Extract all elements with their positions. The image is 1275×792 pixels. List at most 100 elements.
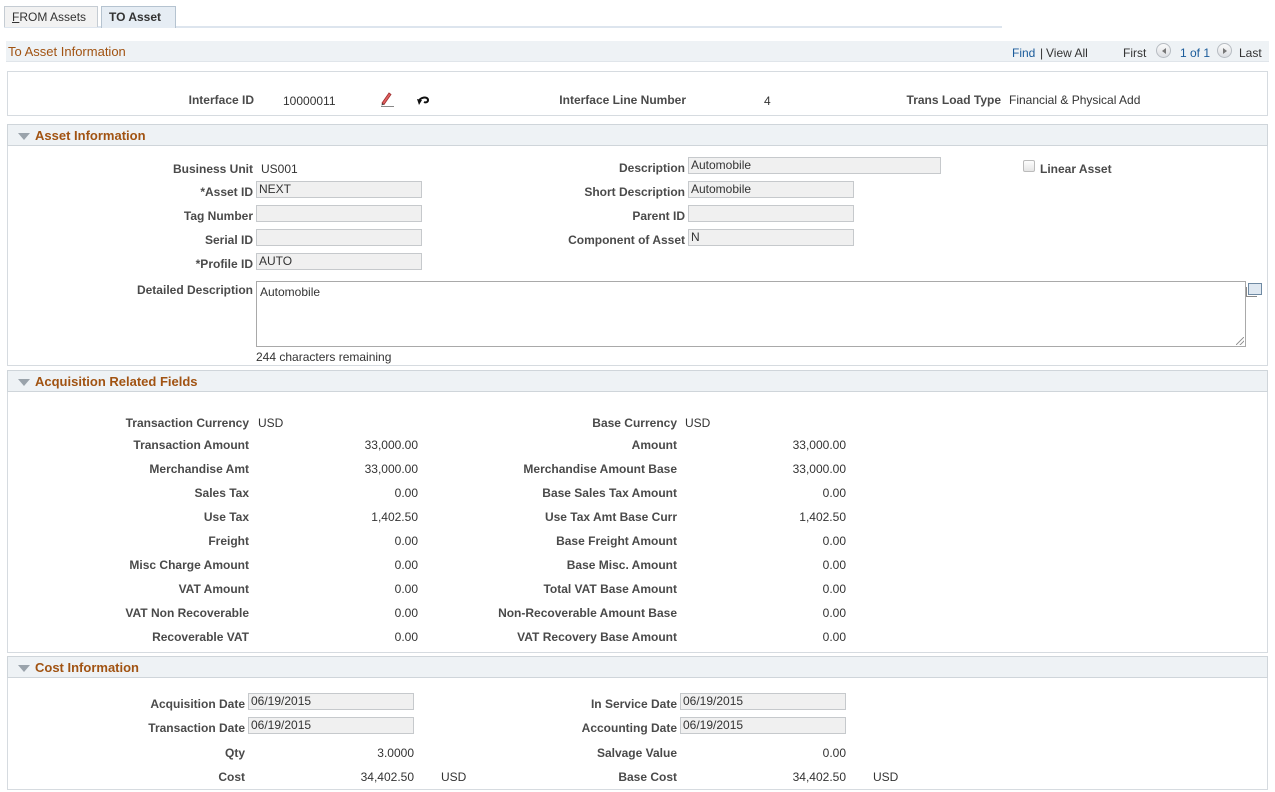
acquisition-fields-title: Acquisition Related Fields	[35, 374, 198, 389]
page-title: To Asset Information	[8, 44, 126, 59]
acquisition-right-label: VAT Recovery Base Amount	[517, 630, 677, 644]
acquisition-left-label: Transaction Amount	[133, 438, 249, 452]
pencil-icon[interactable]	[378, 90, 396, 108]
acquisition-right-label: Base Sales Tax Amount	[542, 486, 677, 500]
last-link[interactable]: Last	[1239, 46, 1262, 60]
cost-label: Cost	[218, 770, 245, 784]
acquisition-left-label: Merchandise Amt	[149, 462, 249, 476]
acquisition-right-value: 33,000.00	[792, 438, 846, 452]
serial-id-label: Serial ID	[204, 233, 253, 247]
description-field[interactable]: Automobile	[688, 157, 941, 174]
collapse-triangle-icon	[18, 379, 30, 386]
in-service-date-label: In Service Date	[590, 697, 677, 711]
trans-load-type-label: Trans Load Type	[906, 93, 1001, 107]
acquisition-right-value: 1,402.50	[799, 510, 846, 524]
acquisition-left-value: 0.00	[394, 630, 418, 644]
acquisition-right-value: 0.00	[822, 630, 846, 644]
collapse-triangle-icon	[18, 133, 30, 140]
accounting-date-label: Accounting Date	[581, 721, 677, 735]
profile-id-label: *Profile ID	[195, 257, 253, 271]
tag-number-label: Tag Number	[183, 209, 253, 223]
base-cost-currency: USD	[873, 770, 899, 784]
acquisition-left-label: Sales Tax	[194, 486, 249, 500]
next-button[interactable]	[1217, 43, 1232, 58]
expand-textarea-icon[interactable]	[1246, 283, 1262, 297]
acquisition-right-label: Amount	[631, 438, 677, 452]
linear-asset-checkbox[interactable]	[1023, 160, 1035, 172]
tab-from-assets[interactable]: FROM Assets	[4, 6, 98, 27]
next-arrow-icon	[1222, 47, 1227, 54]
component-of-asset-field[interactable]: N	[688, 229, 854, 246]
interface-id-label: Interface ID	[188, 93, 254, 107]
serial-id-field[interactable]	[256, 229, 422, 246]
acquisition-left-value: 0.00	[394, 534, 418, 548]
transaction-date-label: Transaction Date	[148, 721, 245, 735]
tab-to-asset-label: TO Asset	[109, 10, 162, 24]
acquisition-date-field[interactable]: 06/19/2015	[248, 693, 414, 710]
business-unit-value: US001	[261, 162, 298, 176]
resize-grip-icon[interactable]	[1236, 337, 1244, 345]
previous-button[interactable]	[1156, 43, 1171, 58]
acquisition-right-label: Use Tax Amt Base Curr	[544, 510, 677, 524]
acquisition-right-value: 0.00	[822, 558, 846, 572]
interface-line-number-label: Interface Line Number	[559, 93, 686, 107]
transaction-date-field[interactable]: 06/19/2015	[248, 717, 414, 734]
asset-id-field[interactable]: NEXT	[256, 181, 422, 198]
asset-id-label: *Asset ID	[200, 185, 253, 199]
acquisition-right-value: 0.00	[822, 606, 846, 620]
collapse-triangle-icon	[18, 665, 30, 672]
acquisition-left-value: 0.00	[394, 582, 418, 596]
base-cost-value: 34,402.50	[792, 770, 846, 784]
view-all-link[interactable]: View All	[1046, 46, 1088, 60]
acquisition-fields-header[interactable]: Acquisition Related Fields	[7, 370, 1268, 392]
qty-label: Qty	[224, 746, 245, 760]
parent-id-field[interactable]	[688, 205, 854, 222]
asset-information-header[interactable]: Asset Information	[7, 124, 1268, 146]
salvage-value-value: 0.00	[822, 746, 846, 760]
acquisition-right-value: 0.00	[822, 486, 846, 500]
short-description-field[interactable]: Automobile	[688, 181, 854, 198]
acquisition-left-label: VAT Non Recoverable	[125, 606, 249, 620]
acquisition-right-label: Merchandise Amount Base	[523, 462, 677, 476]
nav-separator: |	[1040, 46, 1044, 60]
base-cost-label: Base Cost	[618, 770, 677, 784]
acquisition-date-label: Acquisition Date	[150, 697, 245, 711]
first-link[interactable]: First	[1123, 46, 1146, 60]
profile-id-field[interactable]: AUTO	[256, 253, 422, 270]
undo-arrow-icon[interactable]	[416, 92, 432, 108]
interface-id-value: 10000011	[283, 94, 336, 108]
acquisition-left-label: Recoverable VAT	[152, 630, 249, 644]
business-unit-label: Business Unit	[172, 162, 253, 176]
acquisition-right-value: 0.00	[822, 534, 846, 548]
row-counter: 1 of 1	[1180, 46, 1211, 60]
parent-id-label: Parent ID	[632, 209, 685, 223]
acquisition-left-label: Misc Charge Amount	[129, 558, 249, 572]
tag-number-field[interactable]	[256, 205, 422, 222]
trans-load-type-value: Financial & Physical Add	[1009, 93, 1141, 107]
detailed-description-textarea[interactable]: Automobile	[256, 281, 1246, 347]
in-service-date-field[interactable]: 06/19/2015	[680, 693, 846, 710]
find-link[interactable]: Find	[1012, 46, 1035, 60]
acquisition-left-label: Use Tax	[203, 510, 249, 524]
acquisition-left-label: Freight	[208, 534, 249, 548]
acquisition-right-label: Non-Recoverable Amount Base	[498, 606, 677, 620]
asset-information-title: Asset Information	[35, 128, 146, 143]
acquisition-right-label: Base Freight Amount	[556, 534, 677, 548]
accounting-date-field[interactable]: 06/19/2015	[680, 717, 846, 734]
qty-value: 3.0000	[377, 746, 414, 760]
transaction-currency-label: Transaction Currency	[125, 416, 249, 430]
acquisition-left-value: 0.00	[394, 558, 418, 572]
acquisition-left-value: 0.00	[394, 486, 418, 500]
detailed-description-label: Detailed Description	[136, 283, 253, 297]
detailed-description-text: Automobile	[260, 285, 321, 299]
base-currency-label: Base Currency	[592, 416, 677, 430]
cost-information-header[interactable]: Cost Information	[7, 656, 1268, 678]
tab-to-asset[interactable]: TO Asset	[101, 6, 176, 28]
tab-from-assets-label: ROM Assets	[19, 10, 87, 24]
cost-currency: USD	[441, 770, 467, 784]
characters-remaining: 244 characters remaining	[256, 350, 392, 364]
transaction-currency-value: USD	[258, 416, 284, 430]
linear-asset-label: Linear Asset	[1040, 162, 1112, 176]
acquisition-left-value: 33,000.00	[364, 438, 418, 452]
acquisition-left-value: 0.00	[394, 606, 418, 620]
